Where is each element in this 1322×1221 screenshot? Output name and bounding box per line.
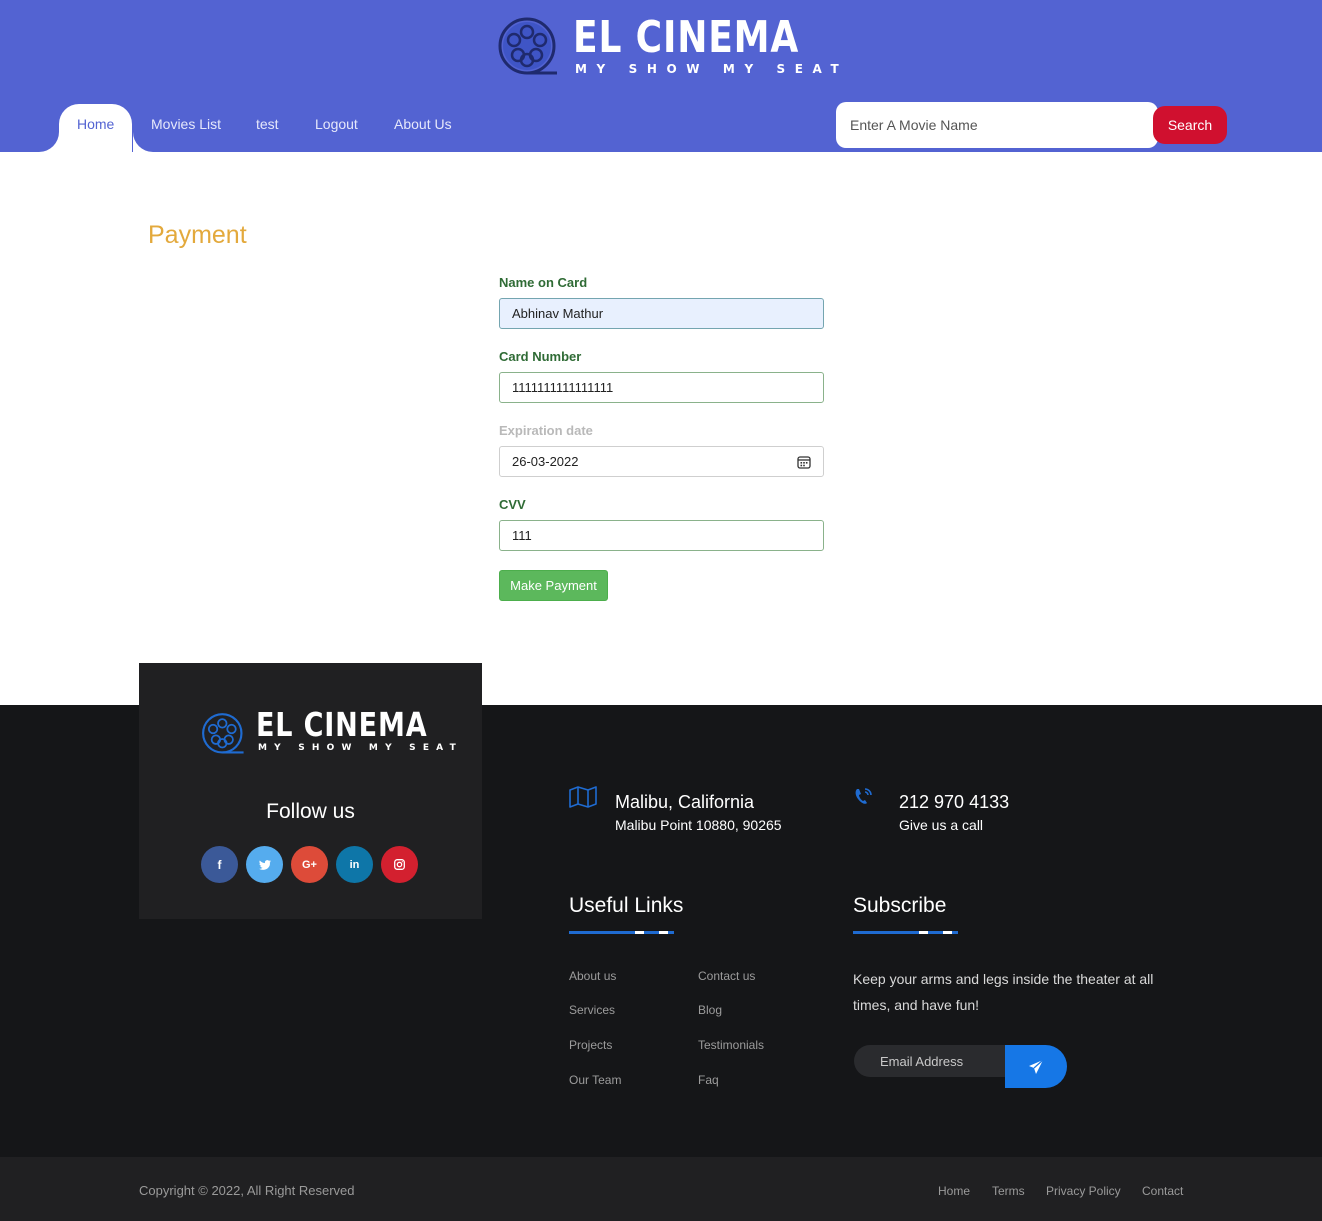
phone-number[interactable]: 212 970 4133 <box>899 792 1009 813</box>
footer-link-our-team[interactable]: Our Team <box>569 1073 621 1087</box>
footer-link-blog[interactable]: Blog <box>698 1003 722 1017</box>
copyright-text: Copyright © 2022, All Right Reserved <box>139 1183 355 1198</box>
footer-brand-logo[interactable]: EL CINEMA MY SHOW MY SEAT <box>201 707 456 759</box>
brand-logo[interactable]: EL CINEMA MY SHOW MY SEAT <box>497 14 839 80</box>
twitter-icon[interactable] <box>246 846 283 883</box>
social-links: f G+ in <box>201 846 421 884</box>
name-on-card-field[interactable]: Abhinav Mathur <box>499 298 824 329</box>
email-address-input[interactable] <box>854 1045 1014 1077</box>
instagram-icon[interactable] <box>381 846 418 883</box>
footer-brand-name: EL CINEMA <box>256 705 428 744</box>
expiration-date-field[interactable]: 26-03-2022 <box>499 446 824 477</box>
subscribe-title: Subscribe <box>853 894 947 917</box>
google-plus-icon[interactable]: G+ <box>291 846 328 883</box>
bottom-link-terms[interactable]: Terms <box>992 1184 1025 1198</box>
make-payment-button[interactable]: Make Payment <box>499 570 608 601</box>
bottom-link-contact[interactable]: Contact <box>1142 1184 1183 1198</box>
footer-link-testimonials[interactable]: Testimonials <box>698 1038 764 1052</box>
subscribe-send-button[interactable] <box>1005 1045 1067 1088</box>
map-icon <box>569 786 597 808</box>
nav-test[interactable]: test <box>256 104 279 152</box>
tab-curve <box>39 132 59 152</box>
brand-tagline: MY SHOW MY SEAT <box>575 62 849 76</box>
name-on-card-value: Abhinav Mathur <box>512 306 604 321</box>
search-button[interactable]: Search <box>1153 106 1227 144</box>
expiration-date-label: Expiration date <box>499 423 593 438</box>
facebook-icon[interactable]: f <box>201 846 238 883</box>
nav-movies-list[interactable]: Movies List <box>151 104 221 152</box>
bottom-bar: Copyright © 2022, All Right Reserved Hom… <box>0 1157 1322 1221</box>
follow-us-panel: EL CINEMA MY SHOW MY SEAT Follow us f G+… <box>139 663 482 919</box>
linkedin-icon[interactable]: in <box>336 846 373 883</box>
payment-form: Name on Card Abhinav Mathur Card Number … <box>499 274 824 601</box>
phone-caption: Give us a call <box>899 817 984 833</box>
follow-us-title: Follow us <box>266 800 355 823</box>
footer-link-contact-us[interactable]: Contact us <box>698 969 755 983</box>
site-header: EL CINEMA MY SHOW MY SEAT Home Movies Li… <box>0 0 1322 152</box>
useful-links-title: Useful Links <box>569 894 684 917</box>
subscribe-underline <box>853 931 958 934</box>
film-reel-icon <box>202 713 244 754</box>
useful-links-underline <box>569 931 674 934</box>
expiration-date-value: 26-03-2022 <box>512 454 579 469</box>
nav-about-us[interactable]: About Us <box>394 104 452 152</box>
phone-icon <box>855 788 872 804</box>
brand-name: EL CINEMA <box>573 12 800 63</box>
tab-curve <box>133 132 153 152</box>
footer-link-faq[interactable]: Faq <box>698 1073 719 1087</box>
cvv-field[interactable]: 111 <box>499 520 824 551</box>
card-number-label: Card Number <box>499 349 582 364</box>
nav-home[interactable]: Home <box>59 104 133 152</box>
cvv-label: CVV <box>499 497 526 512</box>
footer-link-about-us[interactable]: About us <box>569 969 616 983</box>
footer-brand-tagline: MY SHOW MY SEAT <box>258 743 463 753</box>
name-on-card-label: Name on Card <box>499 275 588 290</box>
paper-plane-icon <box>1029 1059 1044 1074</box>
nav-logout[interactable]: Logout <box>315 104 358 152</box>
card-number-value: 1111111111111111 <box>512 380 614 395</box>
footer-link-projects[interactable]: Projects <box>569 1038 612 1052</box>
footer-link-services[interactable]: Services <box>569 1003 615 1017</box>
main-nav: Home Movies List test Logout About Us <box>0 104 800 152</box>
calendar-icon[interactable] <box>797 455 811 469</box>
cvv-value: 111 <box>512 528 532 543</box>
bottom-link-home[interactable]: Home <box>938 1184 970 1198</box>
card-number-field[interactable]: 1111111111111111 <box>499 372 824 403</box>
film-reel-icon <box>498 17 557 75</box>
location-title: Malibu, California <box>615 792 755 812</box>
bottom-link-privacy-policy[interactable]: Privacy Policy <box>1046 1184 1121 1198</box>
movie-search-input[interactable] <box>836 102 1158 148</box>
location-address: Malibu Point 10880, 90265 <box>615 817 782 833</box>
subscribe-text: Keep your arms and legs inside the theat… <box>853 971 1154 1013</box>
page-title: Payment <box>148 221 247 249</box>
